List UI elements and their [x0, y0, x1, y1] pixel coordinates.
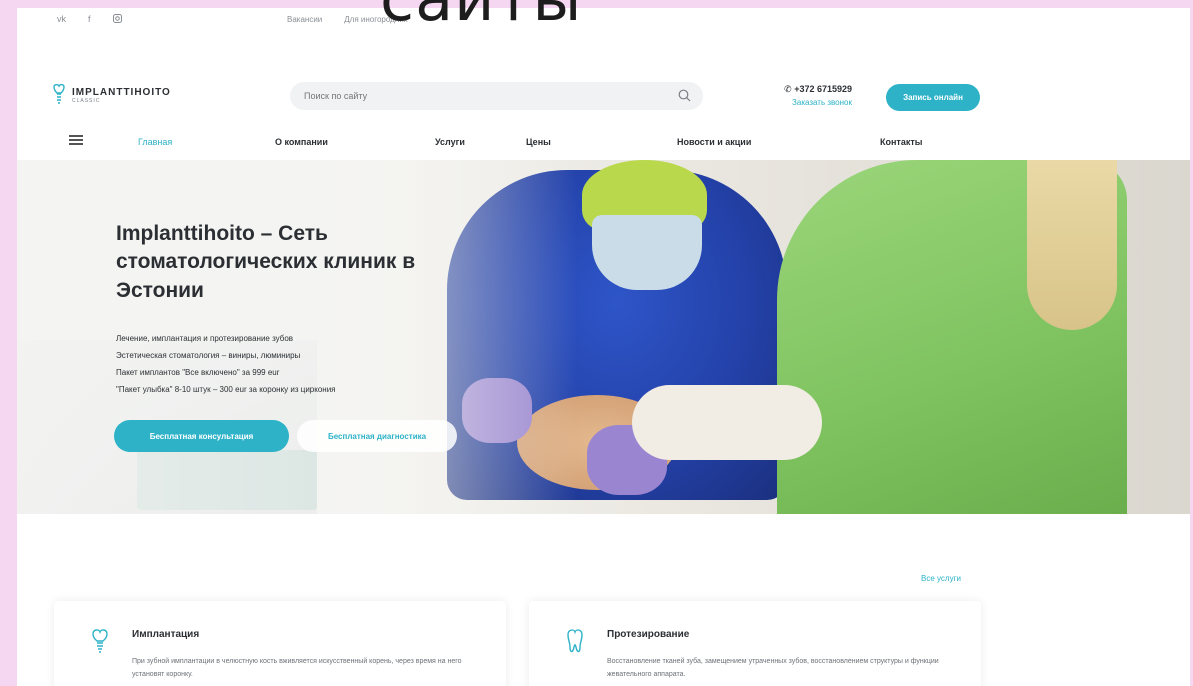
- hero-features: Лечение, имплантация и протезирование зу…: [116, 330, 336, 398]
- online-booking-button[interactable]: Запись онлайн: [886, 84, 980, 111]
- tooth-logo-icon: [53, 84, 65, 104]
- vacancies-link[interactable]: Вакансии: [287, 15, 322, 24]
- website-page: vk f Вакансии Для иногородних IMPLANTTIH…: [17, 8, 1190, 686]
- instagram-icon[interactable]: [112, 13, 122, 25]
- hero-feature-line: Пакет имплантов "Все включено" за 999 eu…: [116, 368, 280, 377]
- nav-item-home[interactable]: Главная: [138, 137, 172, 147]
- hamburger-menu-icon[interactable]: [69, 135, 83, 145]
- banner-text: сайты: [380, 0, 582, 30]
- free-diagnostic-button[interactable]: Бесплатная диагностика: [297, 420, 457, 452]
- main-nav: Главная О компании Услуги Цены Новости и…: [17, 125, 1190, 159]
- all-services-link[interactable]: Все услуги: [921, 574, 961, 583]
- logo-name: IMPLANTTIHOITO: [72, 86, 171, 98]
- hero-feature-line: Эстетическая стоматология – виниры, люми…: [116, 351, 301, 360]
- service-card-prosthetics[interactable]: Протезирование Восстановление тканей зуб…: [529, 601, 981, 686]
- service-card-title: Имплантация: [132, 629, 200, 640]
- tooth-icon: [567, 629, 583, 653]
- hero-feature-line: "Пакет улыбка" 8-10 штук – 300 eur за ко…: [116, 385, 336, 394]
- phone-text: +372 6715929: [794, 84, 852, 94]
- nav-item-prices[interactable]: Цены: [526, 137, 551, 147]
- callback-link[interactable]: Заказать звонок: [757, 98, 852, 107]
- search-box: [290, 82, 703, 110]
- phone-icon: ✆: [784, 84, 792, 94]
- hero-feature-line: Лечение, имплантация и протезирование зу…: [116, 334, 294, 343]
- search-icon[interactable]: [678, 89, 691, 102]
- top-bar: vk f Вакансии Для иногородних: [17, 8, 1190, 30]
- logo-subtitle: CLASSIC: [72, 97, 101, 104]
- vk-icon[interactable]: vk: [57, 14, 66, 24]
- nav-item-services[interactable]: Услуги: [435, 137, 465, 147]
- facebook-icon[interactable]: f: [88, 14, 91, 24]
- hero-banner: Implanttihoito – Сеть стоматологических …: [17, 160, 1190, 514]
- tooth-implant-icon: [92, 629, 108, 653]
- nav-item-contacts[interactable]: Контакты: [880, 137, 922, 147]
- phone-number[interactable]: ✆ +372 6715929: [757, 84, 852, 95]
- header: IMPLANTTIHOITO CLASSIC ✆ +372 6715929 За…: [17, 30, 1190, 125]
- service-card-description: Восстановление тканей зуба, замещением у…: [607, 658, 939, 678]
- nav-item-about[interactable]: О компании: [275, 137, 328, 147]
- hero-title: Implanttihoito – Сеть стоматологических …: [116, 222, 416, 302]
- social-links: vk f: [57, 13, 287, 25]
- service-card-title: Протезирование: [607, 629, 690, 640]
- search-input[interactable]: [304, 91, 664, 101]
- service-card-implantation[interactable]: Имплантация При зубной имплантации в чел…: [54, 601, 506, 686]
- logo[interactable]: IMPLANTTIHOITO CLASSIC: [52, 84, 171, 106]
- nav-item-news[interactable]: Новости и акции: [677, 137, 751, 147]
- phone-block: ✆ +372 6715929 Заказать звонок: [757, 84, 852, 107]
- free-consultation-button[interactable]: Бесплатная консультация: [114, 420, 289, 452]
- service-card-description: При зубной имплантации в челюстную кость…: [132, 658, 462, 678]
